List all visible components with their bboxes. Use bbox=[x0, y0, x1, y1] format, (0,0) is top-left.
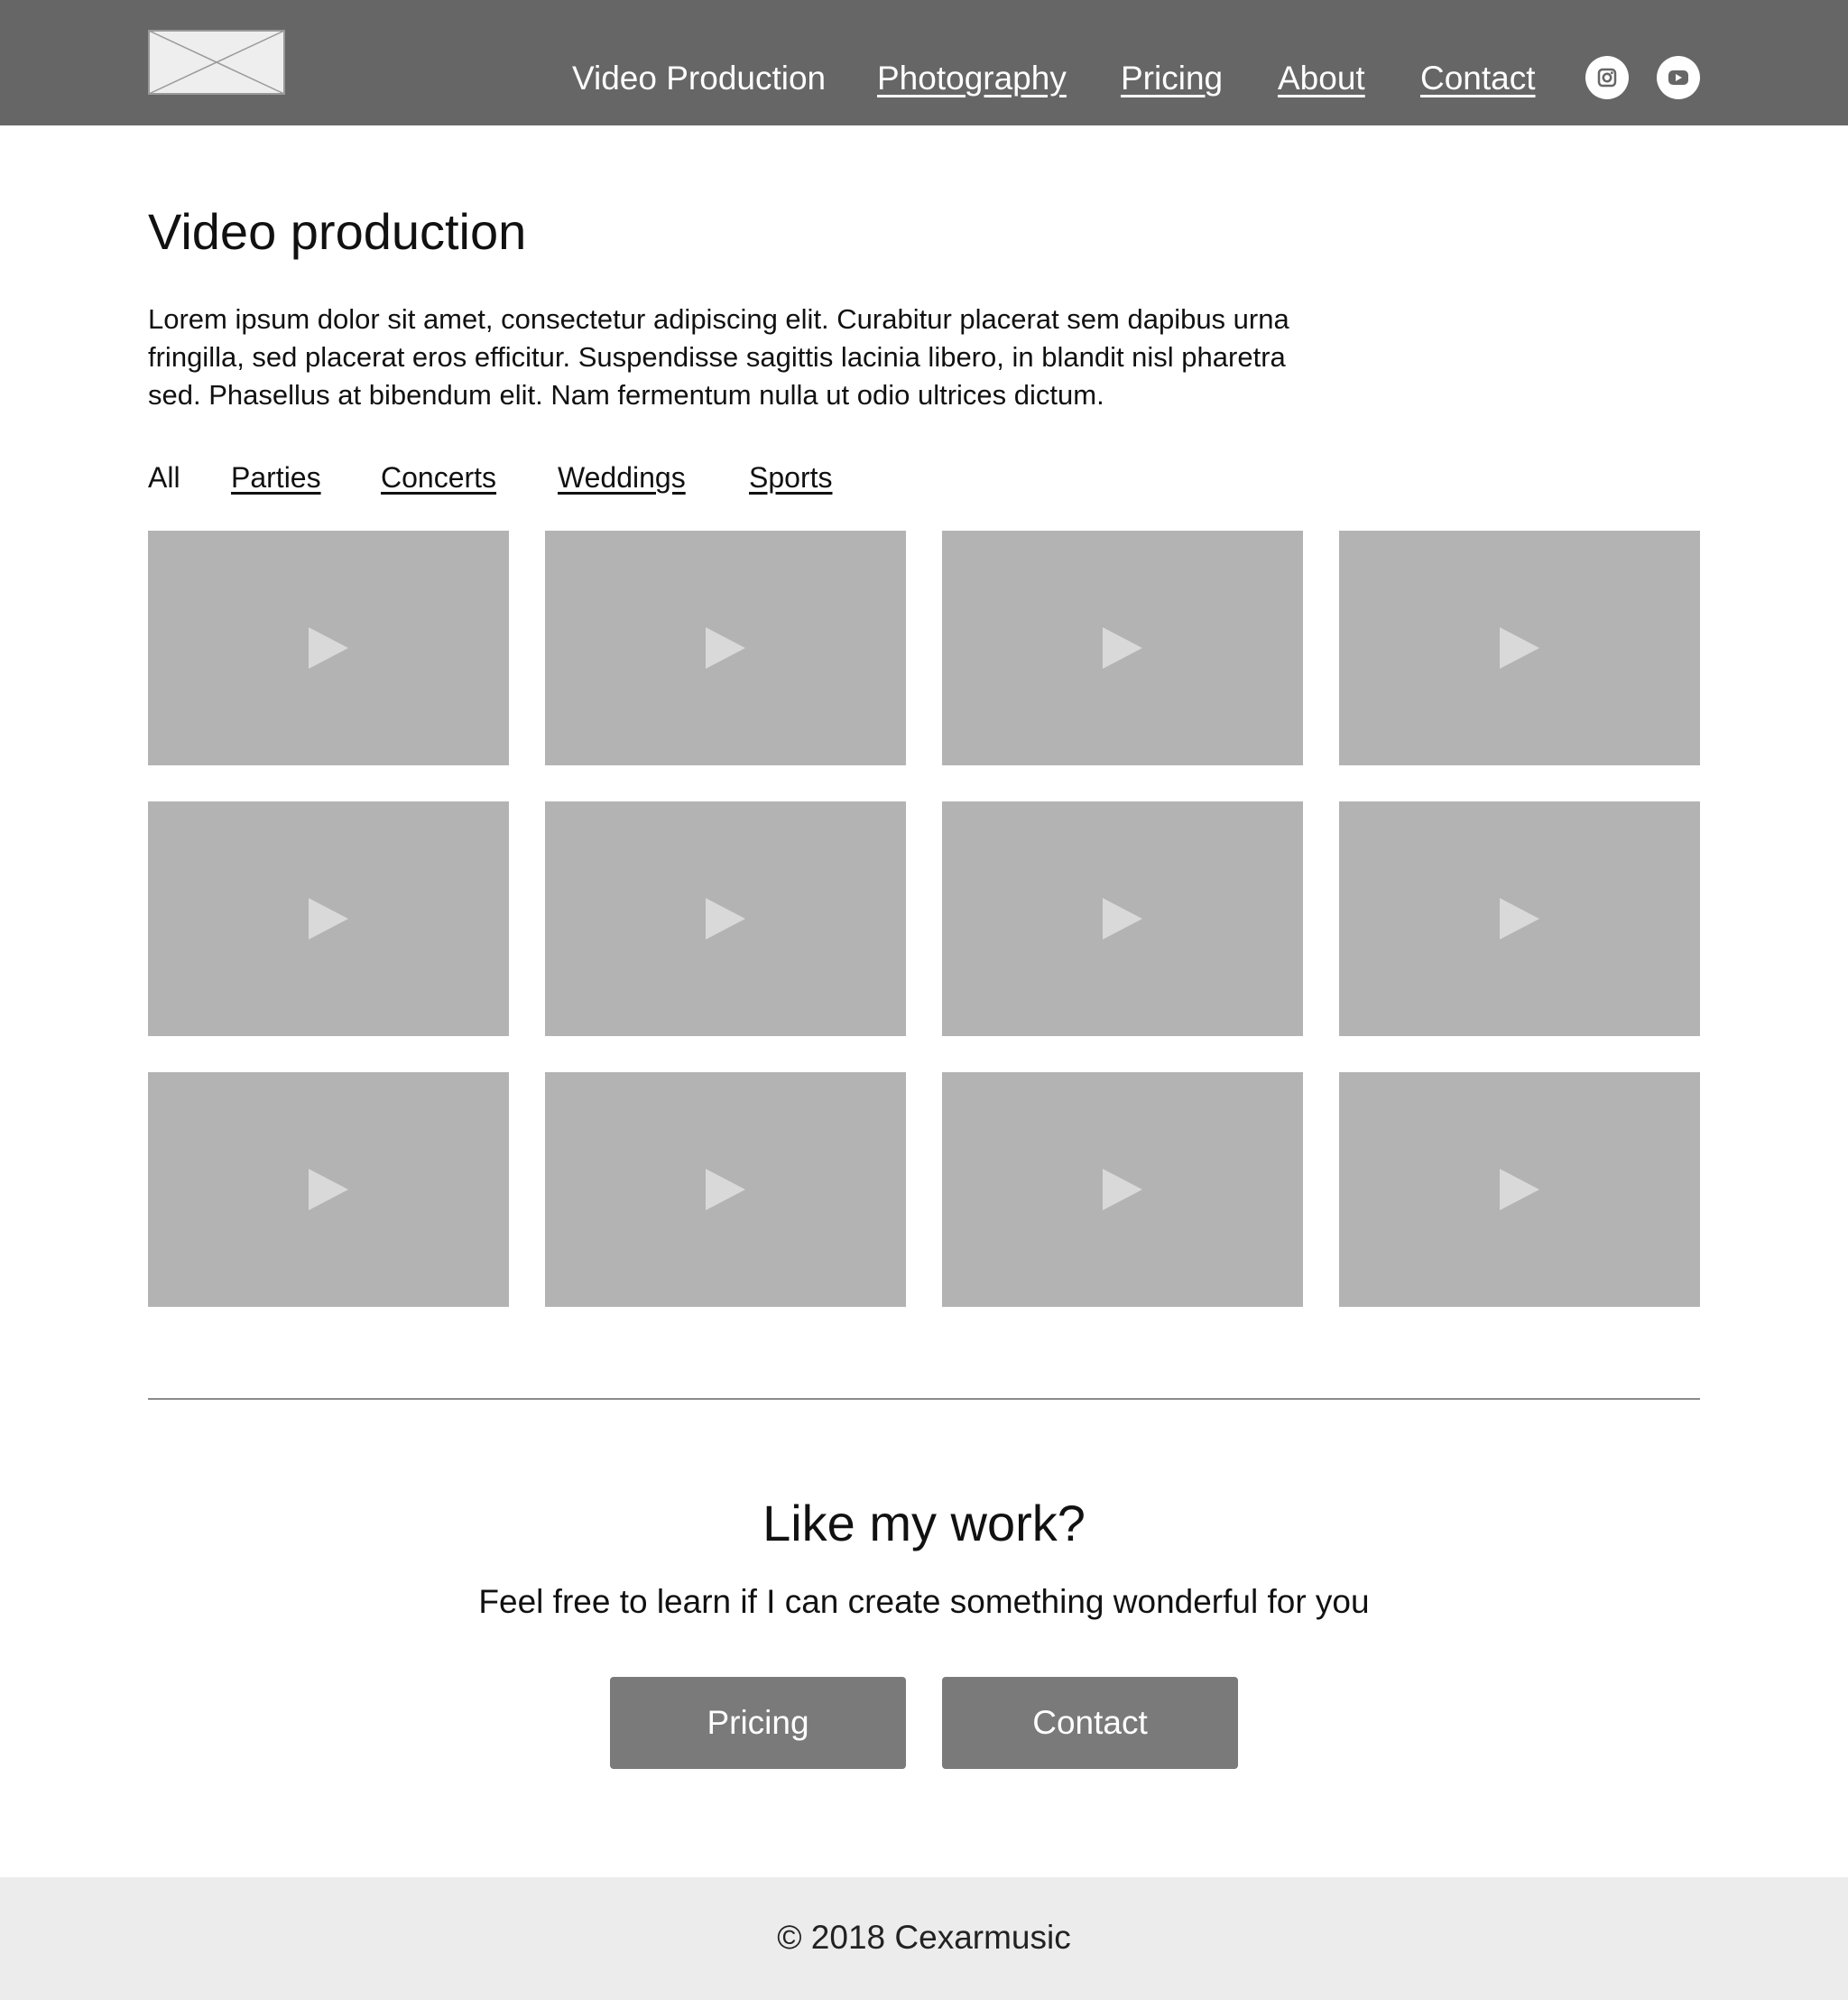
nav-photography[interactable]: Photography bbox=[877, 56, 1067, 101]
play-icon bbox=[309, 898, 348, 940]
play-icon bbox=[706, 898, 745, 940]
play-icon bbox=[1500, 627, 1539, 669]
video-thumbnail[interactable] bbox=[1339, 531, 1700, 765]
play-icon bbox=[1500, 898, 1539, 940]
site-footer: © 2018 Cexarmusic bbox=[0, 1877, 1848, 2000]
filter-parties[interactable]: Parties bbox=[231, 458, 321, 496]
video-thumbnail[interactable] bbox=[942, 801, 1303, 1036]
video-thumbnail[interactable] bbox=[1339, 801, 1700, 1036]
video-thumbnail[interactable] bbox=[545, 801, 906, 1036]
contact-button[interactable]: Contact bbox=[942, 1677, 1238, 1769]
play-icon bbox=[1500, 1169, 1539, 1210]
nav-pricing[interactable]: Pricing bbox=[1121, 56, 1223, 101]
video-thumbnail[interactable] bbox=[942, 1072, 1303, 1307]
video-thumbnail[interactable] bbox=[942, 531, 1303, 765]
video-thumbnail[interactable] bbox=[1339, 1072, 1700, 1307]
filter-concerts[interactable]: Concerts bbox=[381, 458, 496, 496]
play-icon bbox=[309, 627, 348, 669]
video-thumbnail[interactable] bbox=[148, 801, 509, 1036]
filter-all[interactable]: All bbox=[148, 458, 180, 496]
intro-paragraph: Lorem ipsum dolor sit amet, consectetur … bbox=[148, 303, 1289, 411]
filter-weddings[interactable]: Weddings bbox=[558, 458, 686, 496]
page-title: Video production bbox=[148, 203, 527, 260]
nav-about[interactable]: About bbox=[1278, 56, 1365, 101]
video-thumbnail[interactable] bbox=[148, 1072, 509, 1307]
play-icon bbox=[706, 1169, 745, 1210]
filter-sports[interactable]: Sports bbox=[749, 458, 832, 496]
youtube-icon[interactable] bbox=[1657, 56, 1700, 99]
copyright-text: © 2018 Cexarmusic bbox=[777, 1919, 1071, 1956]
play-icon bbox=[1103, 898, 1142, 940]
nav-contact[interactable]: Contact bbox=[1420, 56, 1536, 101]
video-thumbnail[interactable] bbox=[148, 531, 509, 765]
logo-placeholder-icon[interactable] bbox=[148, 30, 285, 95]
cta-title: Like my work? bbox=[762, 1495, 1086, 1551]
pricing-button[interactable]: Pricing bbox=[610, 1677, 906, 1769]
video-grid bbox=[148, 531, 1700, 1307]
nav-video-production[interactable]: Video Production bbox=[572, 56, 826, 101]
site-header: Video Production Photography Pricing Abo… bbox=[0, 0, 1848, 125]
play-icon bbox=[706, 627, 745, 669]
video-thumbnail[interactable] bbox=[545, 531, 906, 765]
instagram-icon[interactable] bbox=[1585, 56, 1629, 99]
cta-text: Feel free to learn if I can create somet… bbox=[478, 1583, 1370, 1620]
section-divider bbox=[148, 1398, 1700, 1400]
video-thumbnail[interactable] bbox=[545, 1072, 906, 1307]
play-icon bbox=[1103, 1169, 1142, 1210]
play-icon bbox=[1103, 627, 1142, 669]
play-icon bbox=[309, 1169, 348, 1210]
